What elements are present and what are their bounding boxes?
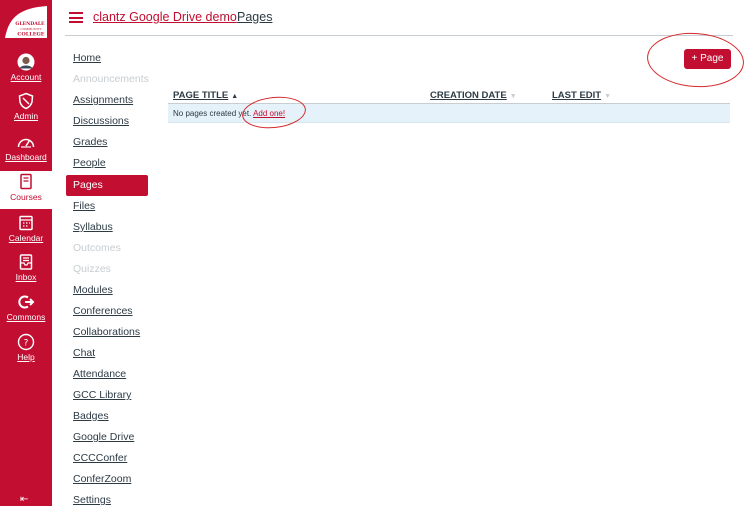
svg-text:?: ? bbox=[24, 339, 29, 349]
gnav-inbox[interactable]: Inbox bbox=[0, 253, 52, 291]
column-last-edit-label: LAST EDIT bbox=[552, 90, 602, 101]
column-page-title-label: PAGE TITLE bbox=[173, 90, 229, 101]
column-header-creation-date[interactable]: CREATION DATE ▼ bbox=[430, 90, 517, 101]
course-nav-item-quizzes: Quizzes bbox=[73, 263, 111, 275]
gnav-courses-label: Courses bbox=[10, 192, 42, 202]
course-nav-item-cccconfer[interactable]: CCCConfer bbox=[66, 448, 148, 469]
course-nav-item-gcc-library[interactable]: GCC Library bbox=[66, 385, 148, 406]
calendar-icon bbox=[19, 215, 33, 231]
gnav-admin-label: Admin bbox=[13, 111, 39, 121]
gnav-dashboard-label: Dashboard bbox=[5, 152, 47, 162]
course-nav-item-attendance[interactable]: Attendance bbox=[66, 364, 148, 385]
gnav-admin[interactable]: Admin bbox=[0, 92, 52, 130]
breadcrumb-separator: › bbox=[223, 11, 227, 23]
header-divider bbox=[65, 35, 733, 36]
annotation-circle-button bbox=[645, 29, 745, 91]
hamburger-menu-icon[interactable] bbox=[69, 12, 83, 23]
column-creation-date-label: CREATION DATE bbox=[430, 90, 507, 101]
book-icon bbox=[20, 173, 32, 190]
logo-line-3: COLLEGE bbox=[17, 32, 44, 38]
course-nav-item-outcomes: Outcomes bbox=[73, 242, 121, 254]
college-logo-mark: GLENDALE COMMUNITY COLLEGE bbox=[5, 6, 47, 38]
course-nav-item-collaborations[interactable]: Collaborations bbox=[66, 322, 148, 343]
course-nav-item-pages[interactable]: Pages bbox=[66, 175, 148, 196]
gnav-inbox-label: Inbox bbox=[15, 272, 37, 282]
course-nav-item-conferzoom[interactable]: ConferZoom bbox=[66, 469, 148, 490]
shield-icon bbox=[18, 92, 34, 110]
column-header-page-title[interactable]: PAGE TITLE ▲ bbox=[173, 90, 238, 101]
course-nav-item-google-drive[interactable]: Google Drive bbox=[66, 427, 148, 448]
course-nav-item-syllabus[interactable]: Syllabus bbox=[66, 217, 148, 238]
annotation-circle-link bbox=[240, 93, 308, 132]
course-nav-item-conferences[interactable]: Conferences bbox=[66, 301, 148, 322]
course-nav-item-assignments[interactable]: Assignments bbox=[66, 90, 148, 111]
column-header-last-edit[interactable]: LAST EDIT ▼ bbox=[552, 90, 611, 101]
empty-message: No pages created yet. bbox=[173, 109, 252, 118]
sort-icon: ▼ bbox=[509, 93, 517, 100]
collapse-arrow-icon[interactable]: ⇤ bbox=[20, 494, 28, 505]
course-nav-item-home[interactable]: Home bbox=[66, 48, 148, 69]
breadcrumb-current-page[interactable]: Pages bbox=[237, 10, 272, 24]
dashboard-gauge-icon bbox=[17, 138, 35, 148]
course-nav-item-people[interactable]: People bbox=[66, 153, 148, 174]
course-nav-item-files[interactable]: Files bbox=[66, 196, 148, 217]
course-nav-item-badges[interactable]: Badges bbox=[66, 406, 148, 427]
course-nav-item-chat[interactable]: Chat bbox=[66, 343, 148, 364]
gnav-dashboard[interactable]: Dashboard bbox=[0, 133, 52, 171]
avatar-icon bbox=[17, 53, 35, 71]
sort-icon: ▼ bbox=[604, 93, 612, 100]
course-nav-item-settings[interactable]: Settings bbox=[66, 490, 148, 506]
gnav-commons-label: Commons bbox=[6, 312, 46, 322]
sort-asc-icon: ▲ bbox=[231, 93, 239, 100]
course-nav-item-grades[interactable]: Grades bbox=[66, 132, 148, 153]
gnav-account[interactable]: Account bbox=[0, 53, 52, 91]
page-header: clantz Google Drive demo › Pages bbox=[52, 0, 745, 36]
gnav-help-label: Help bbox=[17, 352, 35, 362]
course-nav-item-announcements: Announcements bbox=[73, 73, 149, 85]
course-nav-item-discussions[interactable]: Discussions bbox=[66, 111, 148, 132]
gnav-help[interactable]: ? Help bbox=[0, 333, 52, 371]
gnav-courses[interactable]: Courses bbox=[0, 171, 52, 209]
logo-line-2: COMMUNITY bbox=[20, 27, 41, 31]
gnav-commons[interactable]: Commons bbox=[0, 293, 52, 331]
inbox-icon bbox=[19, 254, 33, 270]
gnav-calendar[interactable]: Calendar bbox=[0, 214, 52, 252]
gnav-calendar-label: Calendar bbox=[8, 233, 44, 243]
college-logo[interactable]: GLENDALE COMMUNITY COLLEGE bbox=[3, 4, 49, 40]
global-nav: GLENDALE COMMUNITY COLLEGE Account Admin… bbox=[0, 0, 52, 506]
breadcrumb-course-link[interactable]: clantz Google Drive demo bbox=[93, 10, 237, 24]
help-circle-icon: ? bbox=[17, 333, 35, 351]
gnav-account-label: Account bbox=[10, 72, 42, 82]
commons-arrow-icon bbox=[18, 295, 35, 309]
course-nav-item-modules[interactable]: Modules bbox=[66, 280, 148, 301]
